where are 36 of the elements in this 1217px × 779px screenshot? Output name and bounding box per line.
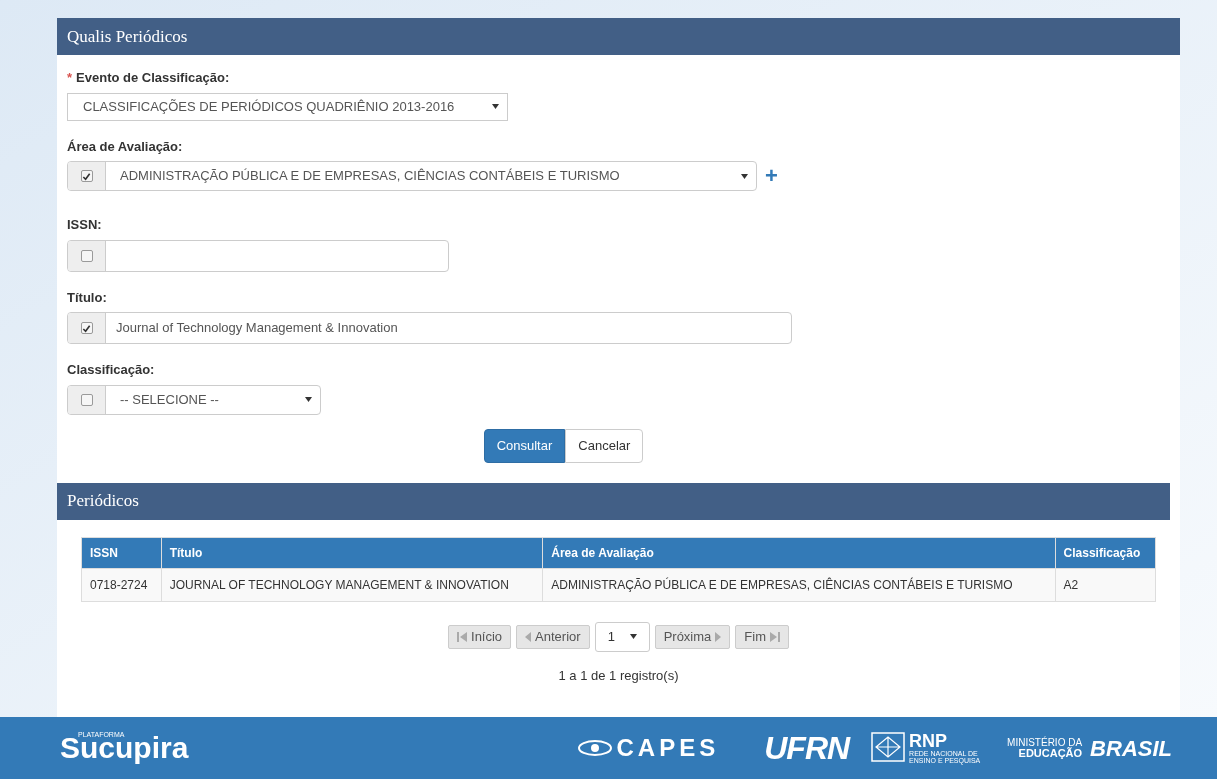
cancel-button[interactable]: Cancelar: [565, 428, 644, 463]
ufrn-logo: UFRN: [764, 729, 850, 768]
consult-button[interactable]: Consultar: [483, 428, 566, 463]
caret-icon: [492, 104, 499, 109]
ministerio-logo: MINISTÉRIO DA EDUCAÇÃO: [1007, 737, 1083, 759]
page-button[interactable]: Próxima: [654, 624, 731, 649]
page-button[interactable]: Início: [448, 624, 512, 649]
column-header: Área de Avaliação: [542, 537, 1056, 568]
first-page-icon: [457, 631, 467, 642]
page-button[interactable]: Fim: [735, 624, 789, 649]
column-header: ISSN: [81, 537, 162, 568]
section-title: Periódicos: [67, 490, 139, 513]
required-mark: *: [67, 70, 73, 85]
label-text: Título:: [67, 289, 107, 305]
next-icon: [715, 631, 722, 642]
page-select[interactable]: 1: [594, 621, 650, 652]
page-button[interactable]: Anterior: [516, 624, 590, 649]
label-text: Área de Avaliação:: [67, 138, 183, 154]
brasil-logo: BRASIL: [1090, 734, 1172, 763]
panel-title: Qualis Periódicos: [67, 25, 188, 48]
column-header: Título: [161, 537, 543, 568]
capes-logo: CAPES: [576, 730, 720, 766]
caret-icon: [629, 634, 637, 639]
add-button[interactable]: +: [765, 165, 778, 187]
label-text: ISSN:: [67, 217, 102, 232]
records-summary: 1 a 1 de 1 registro(s): [557, 666, 680, 685]
table-cell: ADMINISTRAÇÃO PÚBLICA E DE EMPRESAS, CIÊNCIAS CONTÁBEIS E TURISMO: [542, 568, 1056, 601]
label-text: Classificação:: [67, 362, 155, 377]
select-field[interactable]: CLASSIFICAÇÕES DE PERIÓDICOS QUADRIÊNIO 2013-2016: [67, 92, 508, 121]
column-header: Classificação: [1055, 537, 1156, 568]
table-cell: 0718-2724: [81, 568, 162, 601]
table-cell: A2: [1055, 568, 1156, 601]
last-page-icon: [770, 631, 780, 642]
table-cell: JOURNAL OF TECHNOLOGY MANAGEMENT & INNOVATION: [161, 568, 543, 601]
label-text: Evento de Classificação:: [76, 70, 230, 85]
previous-icon: [525, 631, 532, 642]
